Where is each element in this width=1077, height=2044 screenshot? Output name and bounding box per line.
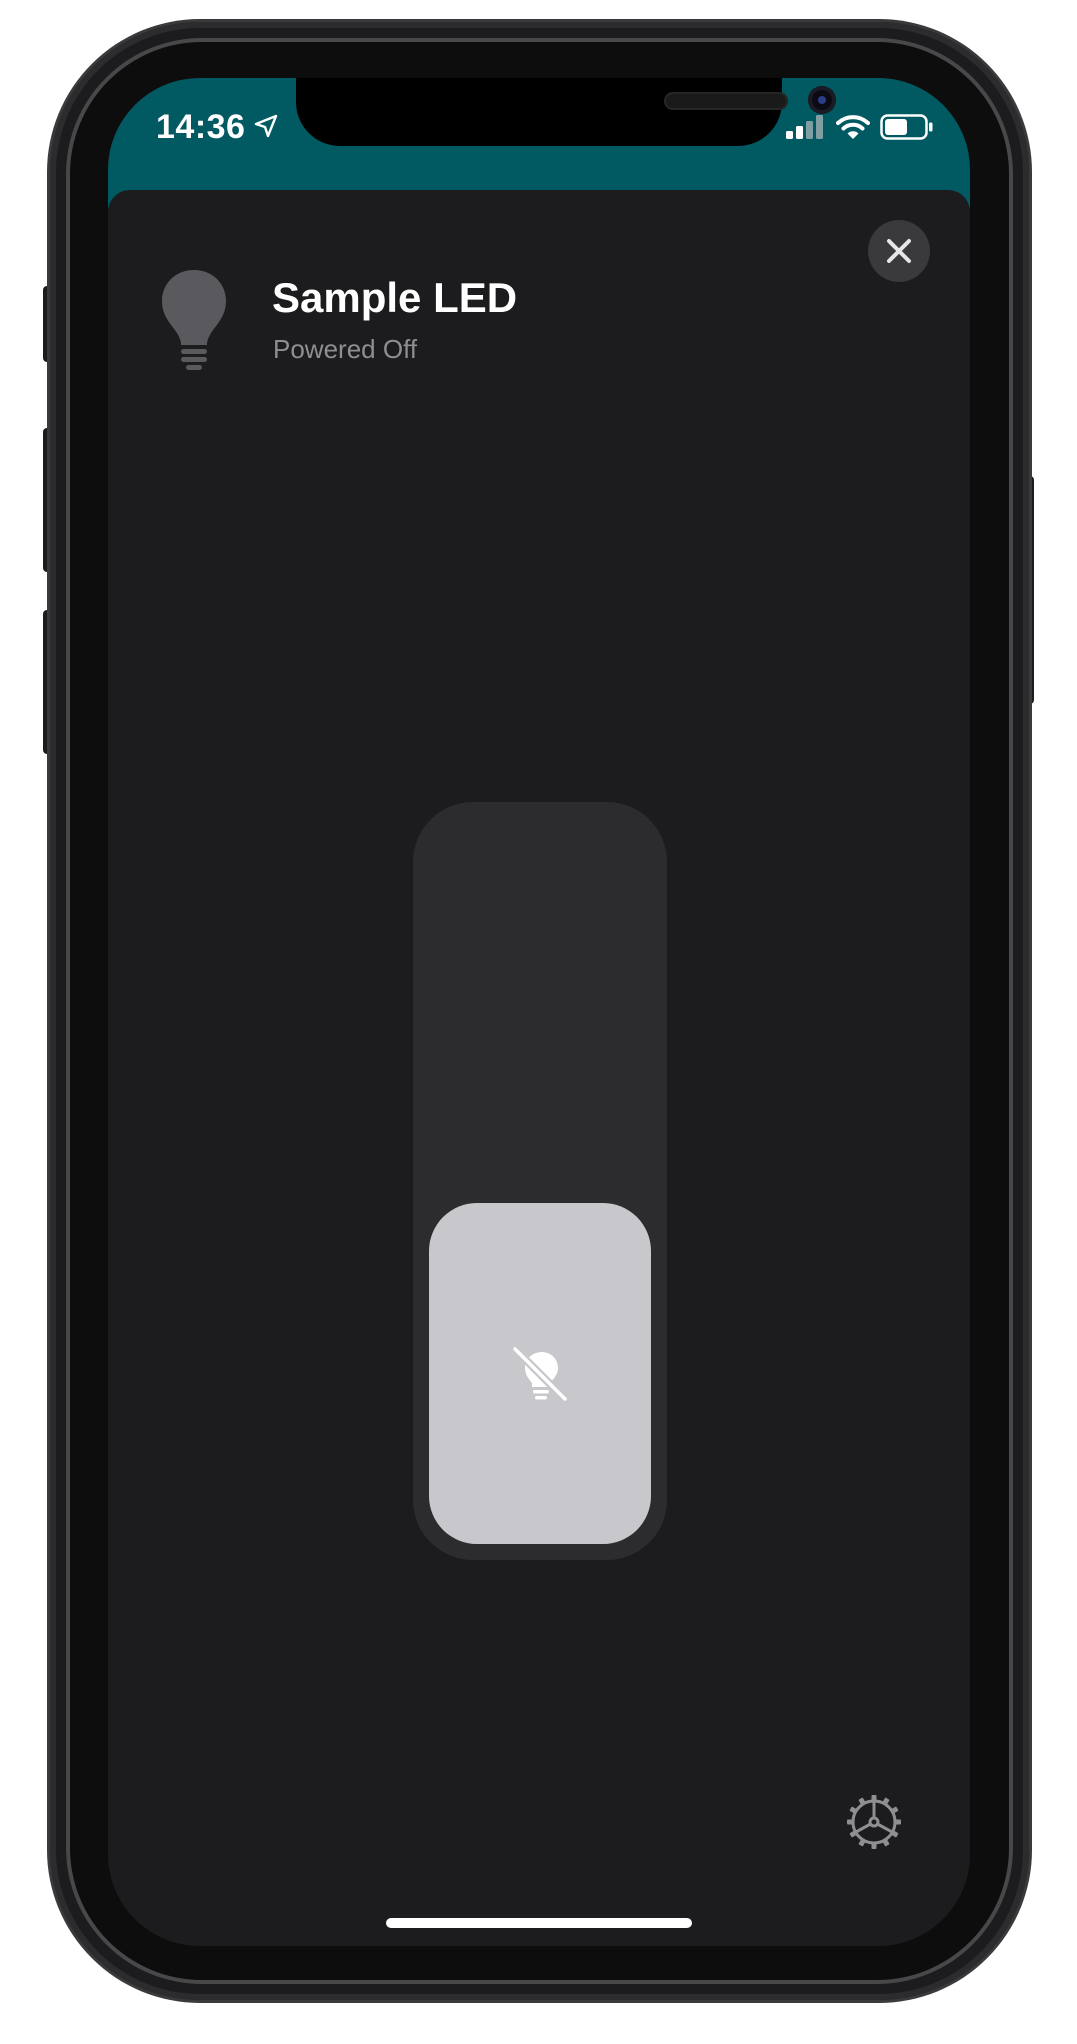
earpiece-speaker [664, 92, 788, 110]
home-indicator[interactable] [386, 1918, 692, 1928]
phone-screen: 14:36 Sample LED Powered Off [108, 78, 970, 1946]
brightness-slider[interactable] [413, 802, 667, 1560]
cellular-signal-icon [786, 115, 823, 139]
location-arrow-icon [254, 114, 278, 138]
lightbulb-slash-icon [511, 1344, 569, 1403]
status-icons [786, 112, 934, 142]
battery-icon [880, 114, 933, 140]
device-mockup: 14:36 Sample LED Powered Off [0, 0, 1077, 2044]
gear-icon[interactable] [842, 1790, 906, 1854]
gear-tooth [871, 1795, 877, 1802]
wifi-icon [836, 115, 870, 139]
gear-tooth [871, 1842, 877, 1849]
gear-tooth [847, 1819, 854, 1825]
close-icon [887, 239, 911, 263]
close-button[interactable] [868, 220, 930, 282]
gear-tooth [894, 1819, 901, 1825]
lightbulb-icon [162, 270, 226, 370]
accessory-status: Powered Off [273, 334, 418, 364]
brightness-level-fill [429, 1203, 651, 1544]
accessory-detail-sheet: Sample LED Powered Off [108, 190, 970, 1946]
notch [296, 78, 836, 146]
accessory-name: Sample LED [272, 274, 518, 321]
status-time: 14:36 [156, 108, 246, 146]
front-camera [808, 86, 836, 114]
